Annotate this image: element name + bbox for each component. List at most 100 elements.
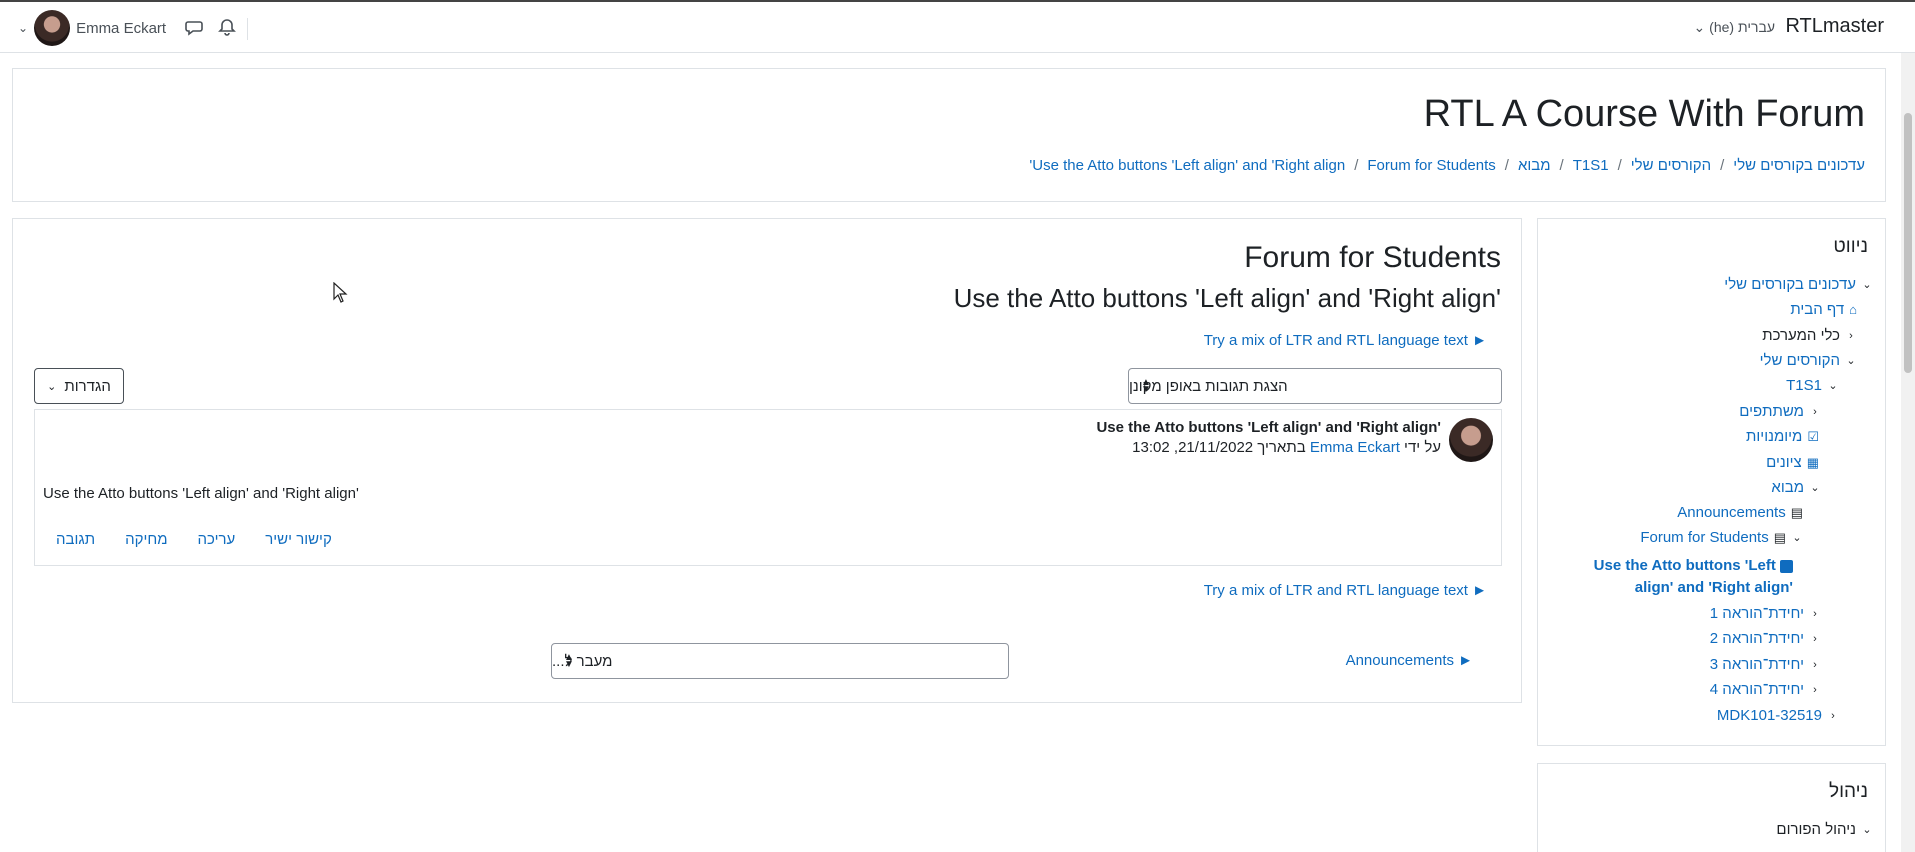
table-icon: ▦	[1806, 454, 1819, 470]
nav-item-forum[interactable]: ⌄ ▤ Forum for Students	[1640, 529, 1803, 546]
nav-item-grades[interactable]: ▦ ציונים	[1766, 454, 1819, 471]
checkbox-icon: ☑	[1807, 428, 1819, 444]
top-navbar: RTLmaster עברית ‎(he)‎ ⌄ ⌄ Emma Eckart	[0, 0, 1915, 53]
messages-icon[interactable]	[185, 18, 203, 41]
nav-item-label: ציונים	[1766, 454, 1802, 471]
chevron-left-icon: ‹	[1831, 709, 1835, 722]
chevron-left-icon: ‹	[1813, 658, 1817, 671]
post-author-avatar[interactable]	[1449, 418, 1493, 462]
language-menu[interactable]: עברית ‎(he)‎ ⌄	[1694, 19, 1775, 36]
nav-item-course-mdk101[interactable]: ‹ MDK101-32519	[1717, 707, 1839, 724]
nav-item-label: יחידת־הוראה 2	[1709, 630, 1804, 647]
nav-item-label: כלי המערכת	[1762, 327, 1840, 344]
nav-item-unit-3[interactable]: ‹ יחידת־הוראה 3	[1710, 656, 1821, 673]
nav-item-current-discussion[interactable]: Use the Atto buttons 'Left align' and 'R…	[1594, 555, 1793, 599]
nav-item-site-pages[interactable]: ‹ כלי המערכת	[1762, 327, 1857, 344]
chevron-left-icon: ‹	[1813, 632, 1817, 645]
course-title: RTL A Course With Forum	[1423, 93, 1865, 135]
post-meta: על ידי Emma Eckart בתאריך 21/11/2022, 13…	[1132, 439, 1441, 456]
nav-item-unit-2[interactable]: ‹ יחידת־הוראה 2	[1710, 630, 1821, 647]
delete-link[interactable]: מחיקה	[125, 531, 167, 548]
scrollbar-thumb[interactable]	[1904, 113, 1912, 373]
nav-item-label: דף הבית	[1790, 301, 1845, 318]
post-by-label: על ידי	[1404, 439, 1441, 456]
chevron-down-icon: ⌄	[1846, 355, 1856, 367]
forum-icon: ▤	[1773, 529, 1786, 545]
breadcrumb: עדכונים בקורסים שלי / הקורסים שלי / T1S1/ …	[1029, 157, 1865, 174]
jump-to-value: מעבר ל...	[552, 652, 613, 670]
nav-item-label: MDK101-32519	[1716, 707, 1822, 724]
nav-item-home[interactable]: ⌂ דף הבית	[1790, 301, 1857, 318]
nav-item-label: Forum for Students	[1640, 529, 1769, 546]
select-arrows-icon: ▲ ▼	[1141, 377, 1151, 395]
page-scrollbar[interactable]	[1901, 53, 1915, 852]
settings-dropdown-button[interactable]: ⌄ הגדרות	[34, 368, 124, 404]
nav-item-label: ניהול הפורום	[1776, 821, 1856, 838]
chevron-down-icon: ⌄	[18, 21, 29, 35]
main-content: Forum for Students Use the Atto buttons …	[12, 218, 1522, 703]
nav-item-my-courses[interactable]: ⌄ הקורסים שלי	[1760, 352, 1857, 369]
post-author-link[interactable]: Emma Eckart	[1310, 439, 1400, 456]
nav-item-label: עדכונים בקורסים שלי	[1724, 276, 1856, 293]
prev-activity-link[interactable]: Announcements ►	[1346, 652, 1473, 669]
discussion-title: Use the Atto buttons 'Left align' and 'R…	[953, 283, 1501, 313]
site-brand[interactable]: RTLmaster	[1785, 15, 1884, 38]
user-menu[interactable]: ⌄ Emma Eckart	[18, 10, 166, 46]
display-mode-value: הצגת תגובות באופן מקונן	[1129, 377, 1288, 395]
navigation-title: ניווט	[1833, 236, 1868, 257]
home-icon: ⌂	[1849, 302, 1857, 317]
nav-item-dashboard[interactable]: ⌄ עדכונים בקורסים שלי	[1724, 276, 1873, 293]
nav-item-unit-1[interactable]: ‹ יחידת־הוראה 1	[1710, 605, 1821, 622]
user-avatar	[34, 10, 71, 46]
nav-item-label: יחידת־הוראה 3	[1709, 656, 1804, 673]
post-subject: Use the Atto buttons 'Left align' and 'R…	[1096, 419, 1441, 436]
nav-item-label: מבוא	[1771, 479, 1804, 496]
nav-item-announcements[interactable]: ▤ Announcements	[1677, 504, 1803, 521]
chevron-down-icon: ⌄	[1828, 380, 1838, 392]
chevron-left-icon: ‹	[1813, 607, 1817, 620]
user-name: Emma Eckart	[76, 19, 167, 37]
page-header: RTL A Course With Forum עדכונים בקורסים …	[12, 68, 1886, 202]
navigation-block: ניווט ⌄ עדכונים בקורסים שלי ⌂ דף הבית ‹ …	[1537, 218, 1886, 746]
post-body: Use the Atto buttons 'Left align' and 'R…	[43, 485, 359, 502]
post-actions: תגובה מחיקה עריכה קישור ישיר	[56, 531, 332, 548]
chevron-down-icon: ⌄	[47, 380, 57, 393]
forum-post: Use the Atto buttons 'Left align' and 'R…	[34, 409, 1502, 566]
breadcrumb-item[interactable]: T1S1	[1573, 157, 1609, 174]
breadcrumb-item[interactable]: Use the Atto buttons 'Left align' and 'R…	[1029, 157, 1345, 174]
chevron-left-icon: ‹	[1813, 405, 1817, 418]
breadcrumb-item[interactable]: מבוא	[1518, 157, 1551, 174]
edit-link[interactable]: עריכה	[198, 531, 236, 548]
nav-item-label: הקורסים שלי	[1759, 352, 1840, 369]
nav-item-unit-4[interactable]: ‹ יחידת־הוראה 4	[1710, 681, 1821, 698]
nav-item-competencies[interactable]: ☑ מיומנויות	[1746, 428, 1819, 445]
nav-item-participants[interactable]: ‹ משתתפים	[1739, 403, 1821, 420]
nav-item-course[interactable]: ⌄ T1S1	[1786, 377, 1839, 394]
permalink-link[interactable]: קישור ישיר	[265, 531, 332, 548]
reply-link[interactable]: תגובה	[56, 531, 95, 548]
chevron-down-icon: ⌄	[1693, 19, 1706, 35]
chevron-left-icon: ‹	[1849, 329, 1853, 342]
chevron-down-icon: ⌄	[1862, 279, 1872, 291]
next-discussion-link[interactable]: Try a mix of LTR and RTL language text ►	[1204, 332, 1487, 349]
display-mode-select[interactable]: הצגת תגובות באופן מקונן ▲ ▼	[1128, 368, 1502, 404]
nav-item-label: align' and 'Right align'	[1634, 579, 1793, 596]
administration-block: ניהול ⌄ ניהול הפורום	[1537, 763, 1886, 852]
nav-item-forum-admin[interactable]: ⌄ ניהול הפורום	[1776, 821, 1873, 838]
breadcrumb-item[interactable]: עדכונים בקורסים שלי	[1733, 157, 1865, 174]
settings-label: הגדרות	[64, 377, 111, 395]
nav-item-section-intro[interactable]: ⌄ מבוא	[1771, 479, 1821, 496]
notifications-bell-icon[interactable]	[218, 18, 236, 41]
mouse-cursor-icon	[333, 281, 349, 310]
chevron-down-icon: ⌄	[1810, 482, 1820, 494]
next-discussion-link-bottom[interactable]: Try a mix of LTR and RTL language text ►	[1204, 582, 1487, 599]
nav-item-label: משתתפים	[1739, 403, 1804, 420]
select-arrows-icon: ▲ ▼	[564, 652, 574, 670]
forum-title: Forum for Students	[1244, 241, 1501, 274]
nav-item-label: Announcements	[1677, 504, 1786, 521]
breadcrumb-item[interactable]: הקורסים שלי	[1631, 157, 1711, 174]
breadcrumb-item[interactable]: Forum for Students	[1367, 157, 1495, 174]
jump-to-select[interactable]: מעבר ל... ▲ ▼	[551, 643, 1009, 679]
chevron-down-icon: ⌄	[1792, 532, 1802, 544]
nav-item-label: T1S1	[1786, 377, 1822, 394]
